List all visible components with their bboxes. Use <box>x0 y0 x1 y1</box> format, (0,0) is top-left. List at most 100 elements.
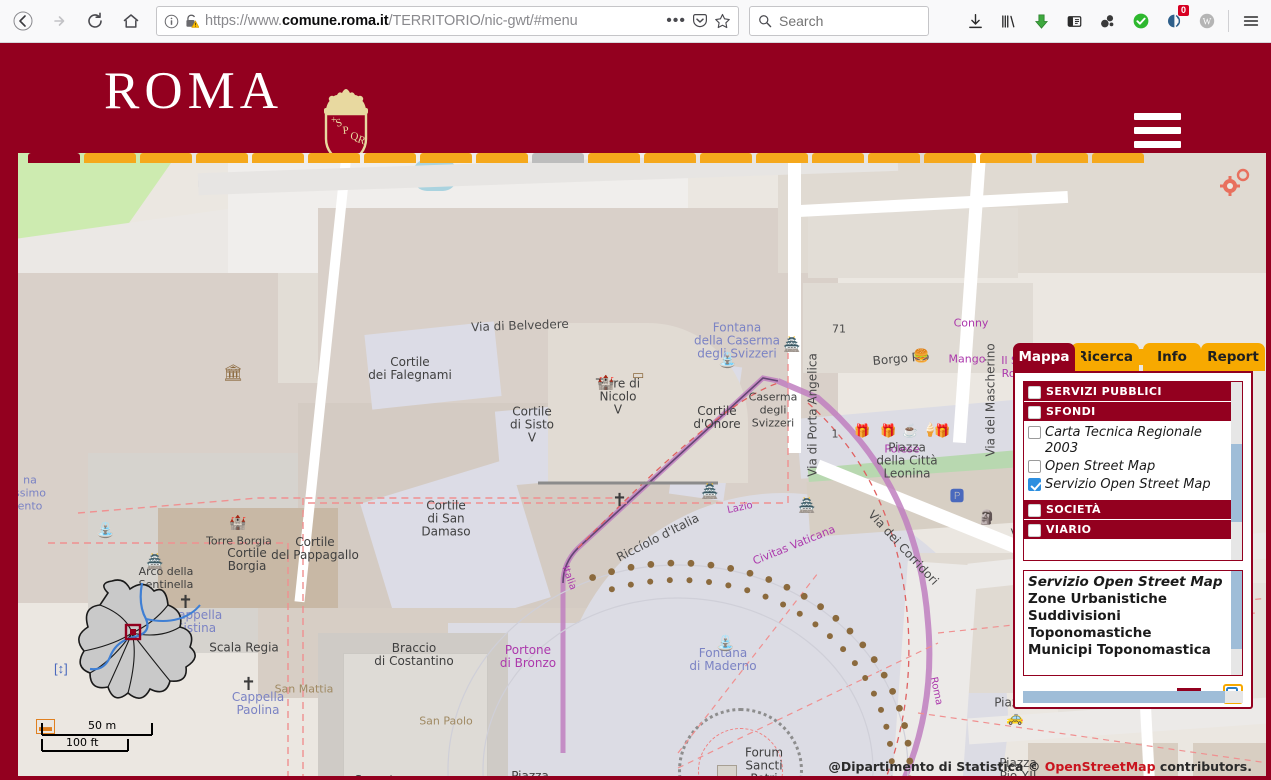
layer-group[interactable]: VIARIO <box>1024 520 1242 540</box>
tab-info[interactable]: Info <box>1143 343 1201 371</box>
attribution-dipartimento: @Dipartimento di Statistica © <box>828 759 1041 774</box>
tab-ricerca[interactable]: Ricerca <box>1071 343 1145 371</box>
selected-layer-item[interactable]: Servizio Open Street Map <box>1028 574 1224 591</box>
attribution-osm-link[interactable]: OpenStreetMap <box>1045 759 1156 774</box>
reload-icon[interactable] <box>78 4 112 38</box>
map-label: na ssimo ento <box>18 473 46 513</box>
site-hamburger-menu-icon[interactable] <box>1134 113 1181 148</box>
browser-extension-icons: 0 W <box>959 4 1271 38</box>
map-label: 1 <box>831 427 839 441</box>
map-frame-bottom <box>0 776 1271 780</box>
svg-text:W: W <box>1202 17 1211 27</box>
layer-group-checkbox[interactable] <box>1028 503 1041 517</box>
layer-tree-scroll-thumb[interactable] <box>1231 444 1242 522</box>
map-label: Cortile dei Falegnami <box>368 355 452 382</box>
ice-cream-icon: 🍦 <box>922 422 939 437</box>
privacy-badger-badge: 0 <box>1177 5 1189 16</box>
layer-sublist: Carta Tecnica Regionale 2003 Open Street … <box>1024 422 1242 500</box>
map-viewport[interactable]: Via di Belvedere Cortile dei Falegnami Cor… <box>0 153 1271 780</box>
layer-group-checkbox[interactable] <box>1028 523 1041 537</box>
extension-molecule-icon[interactable] <box>1091 4 1124 38</box>
cafe-icon: ☕ <box>902 423 919 438</box>
insecure-warning-icon[interactable] <box>184 13 199 29</box>
layer-item[interactable]: Carta Tecnica Regionale 2003 <box>1028 425 1238 457</box>
page-info-icon[interactable] <box>164 14 179 29</box>
fountain-icon-1: ⛲ <box>96 522 115 539</box>
layer-item-label: Carta Tecnica Regionale 2003 <box>1045 425 1202 456</box>
map-toolbar-sliver[interactable] <box>18 153 1266 163</box>
site-logo-text[interactable]: ROMA <box>104 61 283 121</box>
selected-layer-item[interactable]: Municipi Toponomastica <box>1028 642 1224 659</box>
map-label: Portone di Bronzo <box>499 643 557 670</box>
identity-box[interactable] <box>164 13 199 29</box>
layer-item[interactable]: Servizio Open Street Map <box>1028 477 1238 493</box>
home-icon[interactable] <box>114 4 148 38</box>
map-settings-gear-icon[interactable] <box>1218 167 1252 204</box>
tower-icon-borgia: 🏰 <box>229 514 247 530</box>
video-download-helper-icon[interactable] <box>1025 4 1058 38</box>
panel-horizontal-scroll-thumb[interactable] <box>1023 691 1226 703</box>
adblock-ok-icon[interactable] <box>1124 4 1157 38</box>
scale-metric-label: 50 m <box>88 719 117 732</box>
layer-group[interactable]: SERVIZI PUBBLICI <box>1024 382 1242 402</box>
panel-horizontal-scrollbar[interactable] <box>1023 691 1243 703</box>
layer-tree-box[interactable]: SERVIZI PUBBLICI SFONDI Carta Tecnica Regi… <box>1023 381 1243 561</box>
svg-text:+: + <box>331 115 337 126</box>
selected-layers-scroll-thumb[interactable] <box>1231 571 1242 649</box>
selected-layer-item[interactable]: Suddivisioni Toponomastiche <box>1028 608 1224 642</box>
layer-item-checkbox[interactable] <box>1028 460 1041 473</box>
nic-tabs: Mappa Ricerca Info Report <box>1013 343 1265 371</box>
layer-tree: SERVIZI PUBBLICI SFONDI Carta Tecnica Regi… <box>1024 382 1242 540</box>
back-arrow-icon[interactable] <box>6 4 40 38</box>
layer-group-label: SERVIZI PUBBLICI <box>1046 385 1162 398</box>
ellipsis-icon[interactable]: ••• <box>666 13 686 29</box>
wikipedia-extension-icon[interactable]: W <box>1190 4 1223 38</box>
search-input[interactable] <box>779 13 920 29</box>
hamburger-menu-icon[interactable] <box>1234 4 1267 38</box>
layer-group[interactable]: SFONDI <box>1024 402 1242 422</box>
layer-group-checkbox[interactable] <box>1028 405 1041 419</box>
url-path: /TERRITORIO/nic-gwt/#menu <box>388 13 578 29</box>
library-icon[interactable] <box>992 4 1025 38</box>
forward-arrow-icon <box>42 4 76 38</box>
cross-icon-1: ✝ <box>612 490 628 510</box>
map-label: Cortile Borgia <box>227 546 267 573</box>
pocket-icon[interactable] <box>692 13 708 29</box>
parking-bicycle-icon: 🅿 <box>950 488 964 504</box>
map-label: Via di Porta Angelica <box>805 353 820 477</box>
layer-item[interactable]: Open Street Map <box>1028 459 1238 475</box>
browser-toolbar: https://www.comune.roma.it/TERRITORIO/ni… <box>0 0 1271 43</box>
taxi-icon: 🚕 <box>1006 709 1024 725</box>
layer-group[interactable]: SOCIETÀ <box>1024 500 1242 520</box>
downloads-icon[interactable] <box>959 4 992 38</box>
layer-group-checkbox[interactable] <box>1028 385 1041 399</box>
layer-item-checkbox[interactable] <box>1028 478 1041 491</box>
layer-tree-scrollbar[interactable] <box>1231 382 1242 560</box>
tower-icon-nicolo: 🏰 <box>597 374 615 390</box>
fountain-icon-maderno: ⛲ <box>716 635 735 652</box>
tab-mappa[interactable]: Mappa <box>1013 343 1081 371</box>
gate-icon-1: 🏯 <box>783 336 801 352</box>
star-icon[interactable] <box>714 13 731 30</box>
url-text[interactable]: https://www.comune.roma.it/TERRITORIO/ni… <box>205 13 660 29</box>
selected-layer-item[interactable]: Zone Urbanistiche <box>1028 591 1224 608</box>
map-label: Cortile di Sisto V <box>509 404 555 445</box>
map-label: Fontana della Caserma degli Svizzeri <box>694 320 780 361</box>
selected-layers-box[interactable]: Servizio Open Street Map Zone Urbanistich… <box>1023 570 1243 676</box>
locator-inset-map <box>68 575 208 725</box>
map-label: Via del Mascherino <box>983 343 998 457</box>
address-bar[interactable]: https://www.comune.roma.it/TERRITORIO/ni… <box>156 6 739 36</box>
gift-shop-icon-3: 🎁 <box>880 423 897 438</box>
map-label: 71 <box>832 322 846 336</box>
nic-control-panel: Mappa Ricerca Info Report SERVIZI PUBBLI… <box>1013 343 1265 709</box>
selected-layers-scrollbar[interactable] <box>1231 571 1242 675</box>
tab-report[interactable]: Report <box>1201 343 1265 371</box>
privacy-badger-icon[interactable]: 0 <box>1157 4 1190 38</box>
search-bar[interactable] <box>749 6 929 36</box>
fast-food-icon: 🍔 <box>913 348 930 363</box>
map-label: Scala Regia <box>209 640 279 655</box>
tab-mappa-shim <box>1075 349 1081 365</box>
reader-sidebar-icon[interactable] <box>1058 4 1091 38</box>
museum-icon: 🏛 <box>223 365 244 382</box>
layer-item-checkbox[interactable] <box>1028 426 1041 439</box>
